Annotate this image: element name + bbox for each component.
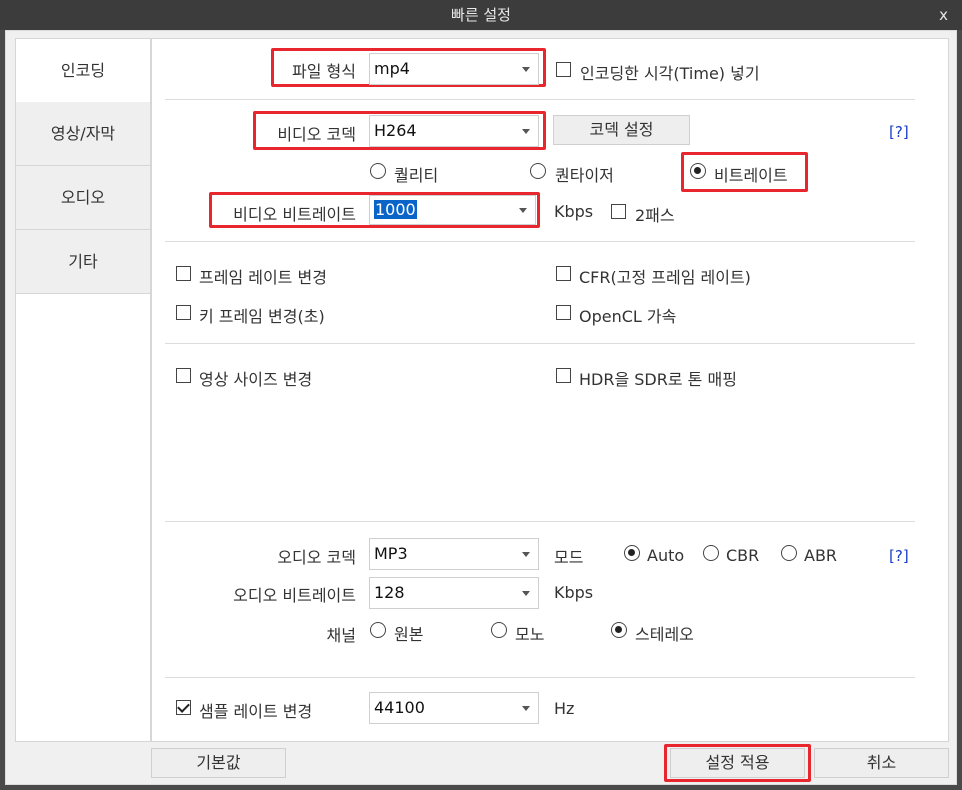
audio-help-link[interactable]: [?] [889, 547, 909, 565]
bitrate-mode-label: 비트레이트 [714, 166, 788, 185]
default-button[interactable]: 기본값 [151, 748, 286, 778]
video-codec-value: H264 [374, 121, 417, 140]
channel-label: 채널 [326, 626, 356, 645]
audio-cbr-label: CBR [726, 546, 760, 565]
video-help-link[interactable]: [?] [889, 123, 909, 141]
two-pass-label: 2패스 [635, 206, 675, 225]
audio-abr-label: ABR [804, 546, 838, 565]
channel-mono-label: 모노 [515, 625, 545, 644]
insert-time-checkbox[interactable] [556, 62, 571, 77]
audio-mode-label: 모드 [554, 548, 584, 567]
sidebar: 인코딩 영상/자막 오디오 기타 [15, 38, 151, 742]
radio-channel-original[interactable] [370, 622, 386, 638]
radio-channel-stereo[interactable] [611, 622, 627, 638]
audio-codec-select[interactable]: MP3 [369, 538, 539, 570]
radio-audio-abr[interactable] [781, 545, 797, 561]
chevron-down-icon [519, 208, 527, 213]
change-size-checkbox[interactable] [176, 368, 191, 383]
audio-codec-label: 오디오 코덱 [277, 548, 356, 567]
video-codec-select[interactable]: H264 [369, 115, 539, 147]
file-format-value: mp4 [374, 59, 410, 78]
quality-label: 퀄리티 [394, 166, 439, 185]
radio-audio-auto[interactable] [624, 545, 640, 561]
opencl-label: OpenCL 가속 [579, 307, 677, 326]
change-samplerate-checkbox[interactable] [176, 700, 191, 715]
radio-channel-mono[interactable] [491, 622, 507, 638]
chevron-down-icon [522, 552, 530, 557]
video-codec-label: 비디오 코덱 [277, 125, 356, 144]
samplerate-select[interactable]: 44100 [369, 692, 539, 724]
sidebar-tab-video-subtitle[interactable]: 영상/자막 [16, 102, 150, 166]
audio-bitrate-value: 128 [374, 583, 405, 602]
two-pass-checkbox[interactable] [611, 204, 626, 219]
video-bitrate-unit: Kbps [554, 202, 594, 221]
divider [165, 99, 915, 100]
hdr-to-sdr-label: HDR을 SDR로 톤 매핑 [579, 370, 737, 389]
sidebar-tab-encoding[interactable]: 인코딩 [16, 39, 150, 103]
video-bitrate-value: 1000 [374, 200, 417, 219]
chevron-down-icon [522, 67, 530, 72]
radio-audio-cbr[interactable] [703, 545, 719, 561]
window-title: 빠른 설정 [0, 0, 962, 30]
change-samplerate-label: 샘플 레이트 변경 [199, 702, 313, 721]
audio-bitrate-unit: Kbps [554, 583, 594, 602]
audio-auto-label: Auto [647, 546, 685, 565]
cfr-checkbox[interactable] [556, 266, 571, 281]
sidebar-tab-etc[interactable]: 기타 [16, 230, 150, 294]
hdr-to-sdr-checkbox[interactable] [556, 368, 571, 383]
radio-quantizer[interactable] [530, 163, 546, 179]
cfr-label: CFR(고정 프레임 레이트) [579, 268, 751, 287]
divider [165, 241, 915, 242]
divider [165, 677, 915, 678]
audio-codec-value: MP3 [374, 544, 408, 563]
opencl-checkbox[interactable] [556, 305, 571, 320]
radio-quality[interactable] [370, 163, 386, 179]
samplerate-unit: Hz [554, 699, 575, 718]
samplerate-value: 44100 [374, 698, 425, 717]
cancel-button[interactable]: 취소 [814, 748, 949, 778]
audio-bitrate-label: 오디오 비트레이트 [233, 586, 356, 605]
apply-button[interactable]: 설정 적용 [670, 748, 805, 778]
close-button[interactable]: x [939, 0, 948, 30]
insert-time-label: 인코딩한 시각(Time) 넣기 [580, 64, 760, 83]
file-format-select[interactable]: mp4 [369, 53, 539, 85]
quantizer-label: 퀀타이저 [555, 166, 614, 185]
audio-bitrate-select[interactable]: 128 [369, 577, 539, 609]
change-size-label: 영상 사이즈 변경 [199, 370, 313, 389]
video-bitrate-label: 비디오 비트레이트 [233, 205, 356, 224]
divider [165, 343, 915, 344]
file-format-label: 파일 형식 [292, 62, 356, 81]
chevron-down-icon [522, 129, 530, 134]
video-bitrate-input[interactable]: 1000 [369, 195, 536, 225]
radio-bitrate[interactable] [690, 163, 706, 179]
change-keyframe-label: 키 프레임 변경(초) [199, 307, 325, 326]
change-framerate-checkbox[interactable] [176, 266, 191, 281]
channel-stereo-label: 스테레오 [635, 625, 694, 644]
divider [165, 521, 915, 522]
change-framerate-label: 프레임 레이트 변경 [199, 268, 327, 287]
channel-original-label: 원본 [394, 625, 424, 644]
codec-settings-button[interactable]: 코덱 설정 [553, 115, 690, 145]
chevron-down-icon [522, 706, 530, 711]
chevron-down-icon [522, 591, 530, 596]
sidebar-tab-audio[interactable]: 오디오 [16, 166, 150, 230]
change-keyframe-checkbox[interactable] [176, 305, 191, 320]
